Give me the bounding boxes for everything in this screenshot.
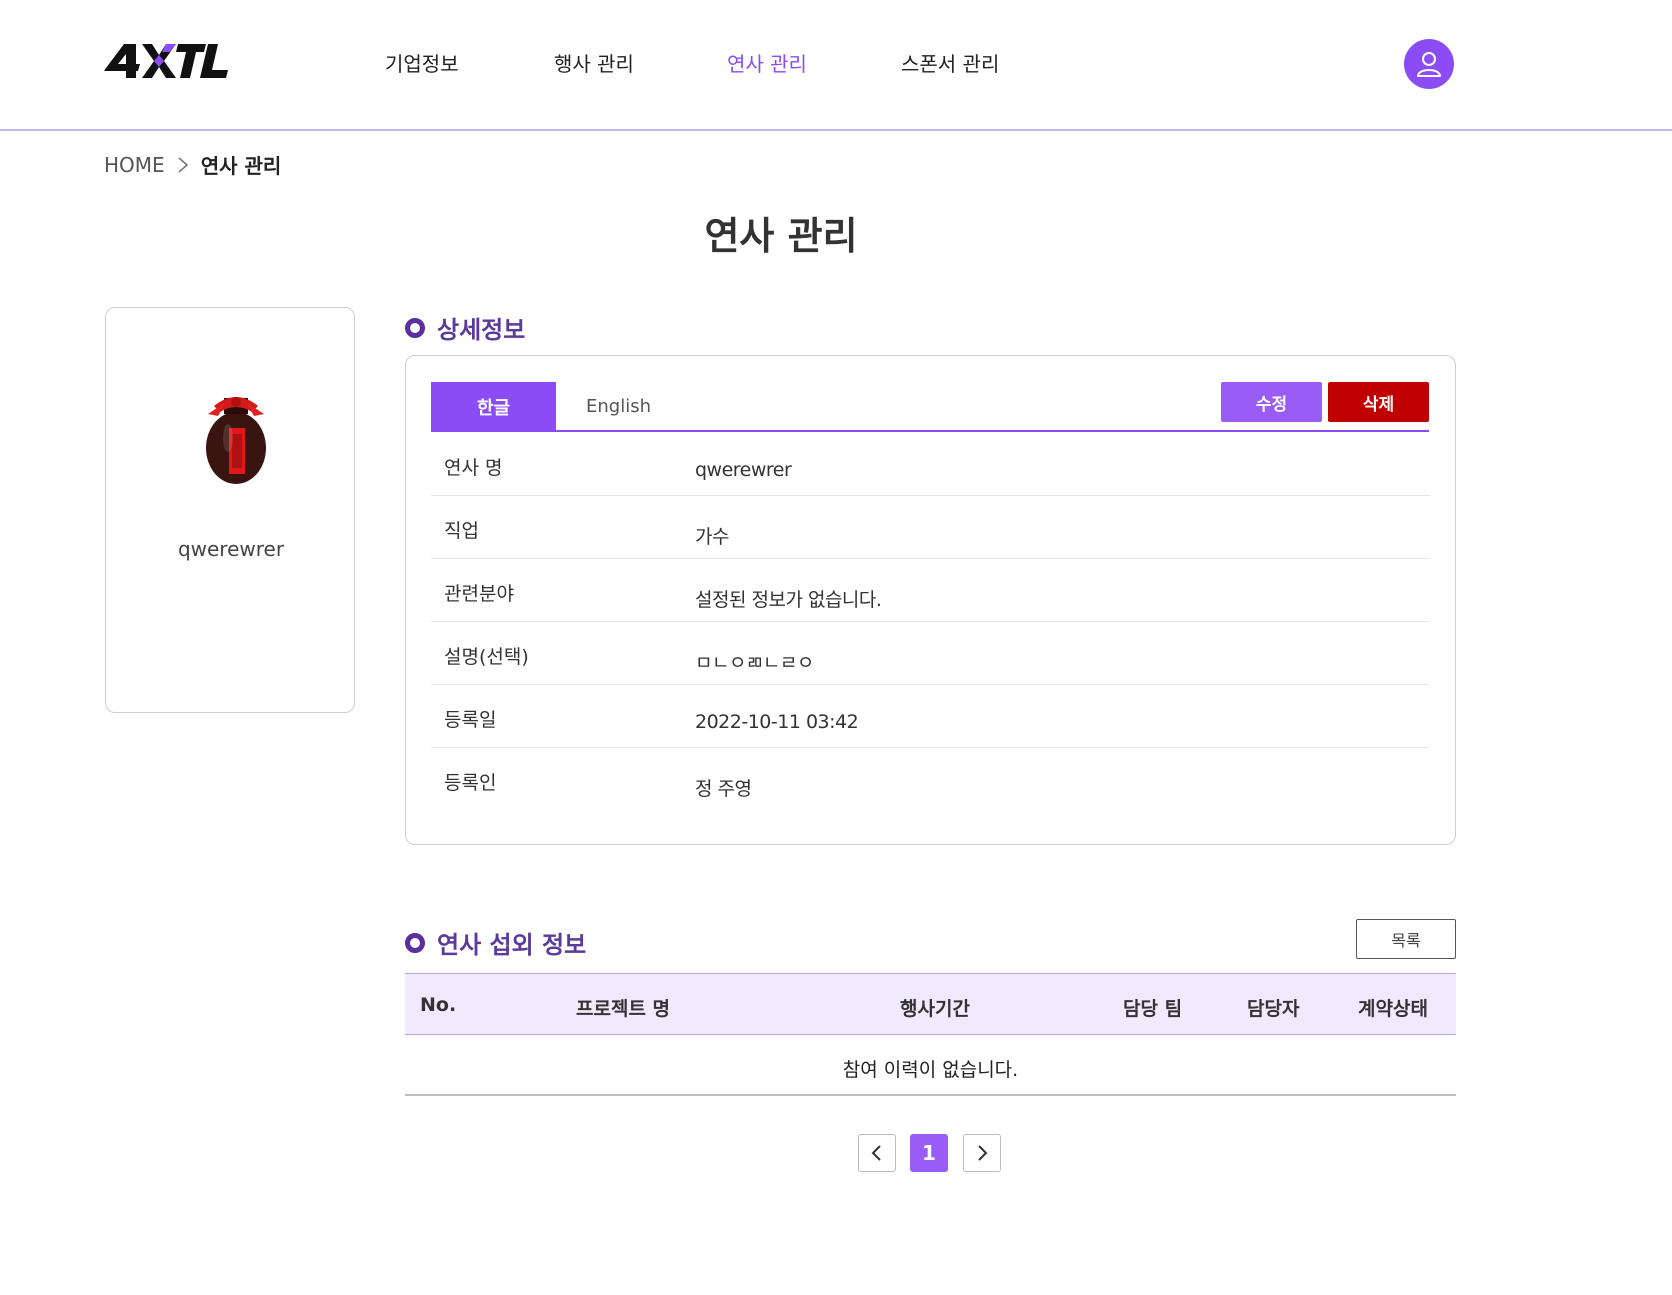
row-label: 직업 [444, 520, 479, 542]
list-button[interactable]: 목록 [1356, 919, 1456, 959]
nav-speaker-management[interactable]: 연사 관리 [727, 48, 807, 77]
row-value: 설정된 정보가 없습니다. [695, 589, 882, 611]
row-value: ㅁㄴㅇㄻㄴㄹㅇ [695, 652, 814, 674]
booking-section-title: 연사 섭외 정보 [405, 925, 586, 960]
speaker-name: qwerewrer [177, 537, 285, 561]
user-avatar-button[interactable] [1404, 39, 1454, 89]
nav-sponsor-management[interactable]: 스폰서 관리 [901, 48, 999, 77]
chevron-right-icon [177, 156, 189, 174]
top-header: 기업정보 행사 관리 연사 관리 스폰서 관리 [0, 0, 1672, 131]
table-empty-row: 참여 이력이 없습니다. [405, 1035, 1456, 1096]
detail-row-field: 관련분야 설정된 정보가 없습니다. [431, 559, 1429, 622]
chevron-left-icon [871, 1145, 881, 1161]
column-header-team: 담당 팀 [1123, 998, 1183, 1020]
column-header-event-period: 행사기간 [900, 998, 970, 1020]
column-header-no: No. [420, 994, 457, 1016]
user-icon [1417, 52, 1441, 77]
column-header-manager: 담당자 [1247, 998, 1300, 1020]
row-value: 정 주영 [695, 778, 752, 800]
detail-section-title-text: 상세정보 [437, 316, 526, 344]
tab-korean[interactable]: 한글 [431, 382, 556, 431]
chevron-right-icon [978, 1145, 988, 1161]
breadcrumb-current: 연사 관리 [200, 154, 282, 178]
row-value: 2022-10-11 03:42 [695, 711, 859, 733]
row-label: 연사 명 [444, 457, 503, 479]
previous-page-button[interactable] [858, 1134, 896, 1172]
page-title: 연사 관리 [704, 214, 858, 258]
row-label: 등록인 [444, 772, 497, 794]
nav-event-management[interactable]: 행사 관리 [554, 48, 634, 77]
booking-table: No. 프로젝트 명 행사기간 담당 팀 담당자 계약상태 참여 이력이 없습니… [405, 973, 1456, 1096]
table-header: No. 프로젝트 명 행사기간 담당 팀 담당자 계약상태 [405, 973, 1456, 1035]
speaker-profile-card: qwerewrer [105, 307, 355, 713]
row-label: 관련분야 [444, 583, 514, 605]
row-label: 설명(선택) [444, 646, 529, 668]
detail-row-description: 설명(선택) ㅁㄴㅇㄻㄴㄹㅇ [431, 622, 1429, 685]
detail-row-occupation: 직업 가수 [431, 496, 1429, 559]
column-header-project: 프로젝트 명 [576, 998, 671, 1020]
detail-row-registrant: 등록인 정 주영 [431, 748, 1429, 811]
detail-rows: 연사 명 qwerewrer 직업 가수 관련분야 설정된 정보가 없습니다. … [431, 433, 1429, 811]
delete-button[interactable]: 삭제 [1328, 382, 1429, 422]
edit-button[interactable]: 수정 [1221, 382, 1322, 422]
breadcrumb-home-link[interactable]: HOME [104, 153, 165, 177]
detail-row-registered-date: 등록일 2022-10-11 03:42 [431, 685, 1429, 748]
booking-section-title-text: 연사 섭외 정보 [437, 931, 587, 959]
detail-section-title: 상세정보 [405, 310, 525, 345]
next-page-button[interactable] [963, 1134, 1001, 1172]
brand-logo[interactable] [104, 40, 230, 80]
detail-panel: 한글 English 수정 삭제 연사 명 qwerewrer 직업 가수 관련… [405, 355, 1456, 845]
row-label: 등록일 [444, 709, 497, 731]
page-number-button[interactable]: 1 [910, 1134, 948, 1172]
row-value: qwerewrer [695, 459, 792, 481]
detail-row-speaker-name: 연사 명 qwerewrer [431, 433, 1429, 496]
speaker-photo [206, 397, 266, 484]
section-bullet-icon [405, 317, 425, 338]
column-header-contract-status: 계약상태 [1358, 998, 1428, 1020]
nav-company-info[interactable]: 기업정보 [385, 48, 459, 77]
tab-english[interactable]: English [556, 382, 681, 431]
row-value: 가수 [695, 526, 729, 548]
breadcrumb: HOME 연사 관리 [104, 150, 281, 179]
section-bullet-icon [405, 932, 425, 953]
empty-message: 참여 이력이 없습니다. [842, 1059, 1019, 1081]
